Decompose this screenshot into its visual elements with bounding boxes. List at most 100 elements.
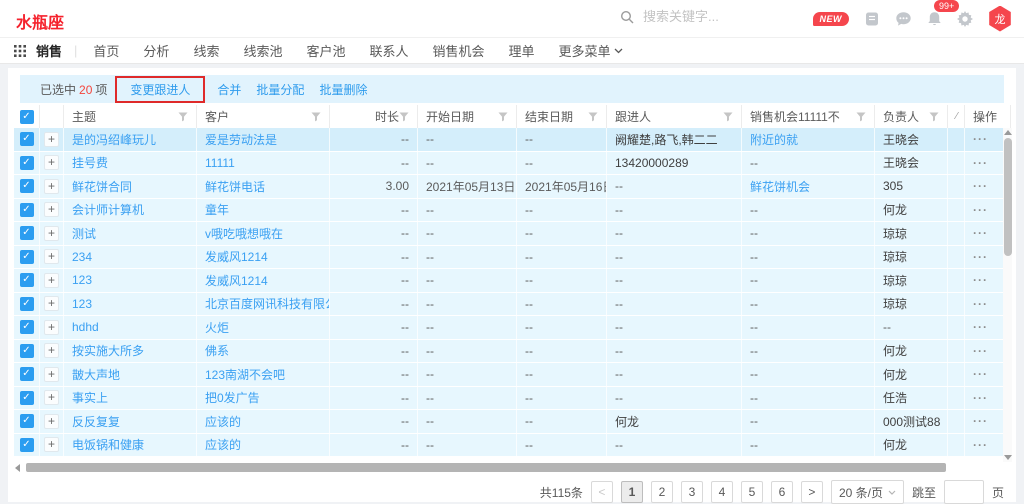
apps-grid-icon[interactable] xyxy=(14,45,26,57)
filter-icon[interactable] xyxy=(399,112,409,122)
vertical-scroll-thumb[interactable] xyxy=(1004,138,1012,256)
scroll-up-arrow-icon[interactable] xyxy=(1004,130,1012,135)
page-button-6[interactable]: 6 xyxy=(771,481,793,503)
filter-icon[interactable] xyxy=(311,112,321,122)
customer-link[interactable]: v哦吃哦想哦在 xyxy=(205,225,283,242)
nav-item-7[interactable]: 销售机会 xyxy=(433,41,485,60)
settings-gear-icon[interactable] xyxy=(957,11,973,27)
select-all-checkbox[interactable]: ✓ xyxy=(20,110,34,124)
global-search[interactable] xyxy=(620,8,795,25)
row-checkbox[interactable]: ✓ xyxy=(20,226,34,240)
row-expand-button[interactable]: + xyxy=(44,343,59,358)
batch-assign-button[interactable]: 批量分配 xyxy=(256,81,304,98)
subject-link[interactable]: hdhd xyxy=(72,320,99,334)
subject-link[interactable]: 反反复复 xyxy=(72,413,120,430)
notebook-icon[interactable] xyxy=(864,11,880,27)
nav-item-1[interactable]: 首页 xyxy=(93,41,119,60)
row-actions-button[interactable]: ··· xyxy=(973,132,988,146)
row-actions-button[interactable]: ··· xyxy=(973,273,988,287)
page-size-select[interactable]: 20 条/页 xyxy=(831,480,904,504)
current-module-label[interactable]: 销售 xyxy=(36,41,62,60)
page-button-2[interactable]: 2 xyxy=(651,481,673,503)
nav-item-4[interactable]: 线索池 xyxy=(243,41,282,60)
row-checkbox[interactable]: ✓ xyxy=(20,132,34,146)
subject-link[interactable]: 按实施大所多 xyxy=(72,342,144,359)
subject-link[interactable]: 123 xyxy=(72,297,92,311)
row-expand-button[interactable]: + xyxy=(44,437,59,452)
row-expand-button[interactable]: + xyxy=(44,132,59,147)
row-checkbox[interactable]: ✓ xyxy=(20,367,34,381)
horizontal-scroll-thumb[interactable] xyxy=(26,463,946,472)
subject-link[interactable]: 测试 xyxy=(72,225,96,242)
page-button-4[interactable]: 4 xyxy=(711,481,733,503)
customer-link[interactable]: 123南湖不会吧 xyxy=(205,366,285,383)
more-menu-button[interactable]: 更多菜单 xyxy=(559,41,623,60)
subject-link[interactable]: 123 xyxy=(72,273,92,287)
prev-page-button[interactable]: < xyxy=(591,481,613,503)
row-actions-button[interactable]: ··· xyxy=(973,414,988,428)
row-actions-button[interactable]: ··· xyxy=(973,320,988,334)
messages-icon[interactable] xyxy=(895,11,912,27)
customer-link[interactable]: 应该的 xyxy=(205,436,241,453)
row-checkbox[interactable]: ✓ xyxy=(20,297,34,311)
horizontal-scrollbar[interactable] xyxy=(14,462,1003,473)
col-header-check[interactable]: ✓ xyxy=(14,105,40,128)
scroll-left-arrow-icon[interactable] xyxy=(15,464,20,472)
filter-icon[interactable] xyxy=(856,112,866,122)
nav-item-2[interactable]: 分析 xyxy=(143,41,169,60)
row-expand-button[interactable]: + xyxy=(44,367,59,382)
nav-item-3[interactable]: 线索 xyxy=(193,41,219,60)
change-follower-button[interactable]: 变更跟进人 xyxy=(115,76,205,103)
customer-link[interactable]: 鲜花饼电话 xyxy=(205,178,265,195)
page-button-3[interactable]: 3 xyxy=(681,481,703,503)
row-expand-button[interactable]: + xyxy=(44,414,59,429)
customer-link[interactable]: 爱是劳动法是 xyxy=(205,131,277,148)
row-actions-button[interactable]: ··· xyxy=(973,367,988,381)
subject-link[interactable]: 鲜花饼合同 xyxy=(72,178,132,195)
row-expand-button[interactable]: + xyxy=(44,273,59,288)
nav-item-5[interactable]: 客户池 xyxy=(306,41,345,60)
row-checkbox[interactable]: ✓ xyxy=(20,391,34,405)
row-checkbox[interactable]: ✓ xyxy=(20,414,34,428)
next-page-button[interactable]: > xyxy=(801,481,823,503)
row-actions-button[interactable]: ··· xyxy=(973,179,988,193)
filter-icon[interactable] xyxy=(723,112,733,122)
subject-link[interactable]: 事实上 xyxy=(72,389,108,406)
subject-link[interactable]: 会计师计算机 xyxy=(72,201,144,218)
customer-link[interactable]: 应该的 xyxy=(205,413,241,430)
page-button-5[interactable]: 5 xyxy=(741,481,763,503)
page-button-1[interactable]: 1 xyxy=(621,481,643,503)
row-actions-button[interactable]: ··· xyxy=(973,438,988,452)
row-expand-button[interactable]: + xyxy=(44,249,59,264)
row-expand-button[interactable]: + xyxy=(44,226,59,241)
row-actions-button[interactable]: ··· xyxy=(973,226,988,240)
row-checkbox[interactable]: ✓ xyxy=(20,250,34,264)
row-actions-button[interactable]: ··· xyxy=(973,156,988,170)
customer-link[interactable]: 火炬 xyxy=(205,319,229,336)
row-checkbox[interactable]: ✓ xyxy=(20,438,34,452)
customer-link[interactable]: 发威风1214 xyxy=(205,248,268,265)
row-checkbox[interactable]: ✓ xyxy=(20,203,34,217)
row-expand-button[interactable]: + xyxy=(44,296,59,311)
opportunity-link[interactable]: 鲜花饼机会 xyxy=(750,178,810,195)
row-expand-button[interactable]: + xyxy=(44,155,59,170)
subject-link[interactable]: 皵大声地 xyxy=(72,366,120,383)
row-actions-button[interactable]: ··· xyxy=(973,250,988,264)
subject-link[interactable]: 234 xyxy=(72,250,92,264)
row-actions-button[interactable]: ··· xyxy=(973,297,988,311)
nav-item-6[interactable]: 联系人 xyxy=(369,41,408,60)
filter-icon[interactable] xyxy=(498,112,508,122)
subject-link[interactable]: 电饭锅和健康 xyxy=(72,436,144,453)
filter-icon[interactable] xyxy=(929,112,939,122)
merge-button[interactable]: 合并 xyxy=(217,81,241,98)
customer-link[interactable]: 佛系 xyxy=(205,342,229,359)
row-expand-button[interactable]: + xyxy=(44,202,59,217)
customer-link[interactable]: 发威风1214 xyxy=(205,272,268,289)
customer-link[interactable]: 11111 xyxy=(205,156,235,170)
row-checkbox[interactable]: ✓ xyxy=(20,179,34,193)
row-actions-button[interactable]: ··· xyxy=(973,391,988,405)
row-checkbox[interactable]: ✓ xyxy=(20,273,34,287)
notifications-bell-icon[interactable] xyxy=(927,11,942,27)
user-avatar[interactable]: 龙 xyxy=(988,6,1012,32)
row-checkbox[interactable]: ✓ xyxy=(20,156,34,170)
